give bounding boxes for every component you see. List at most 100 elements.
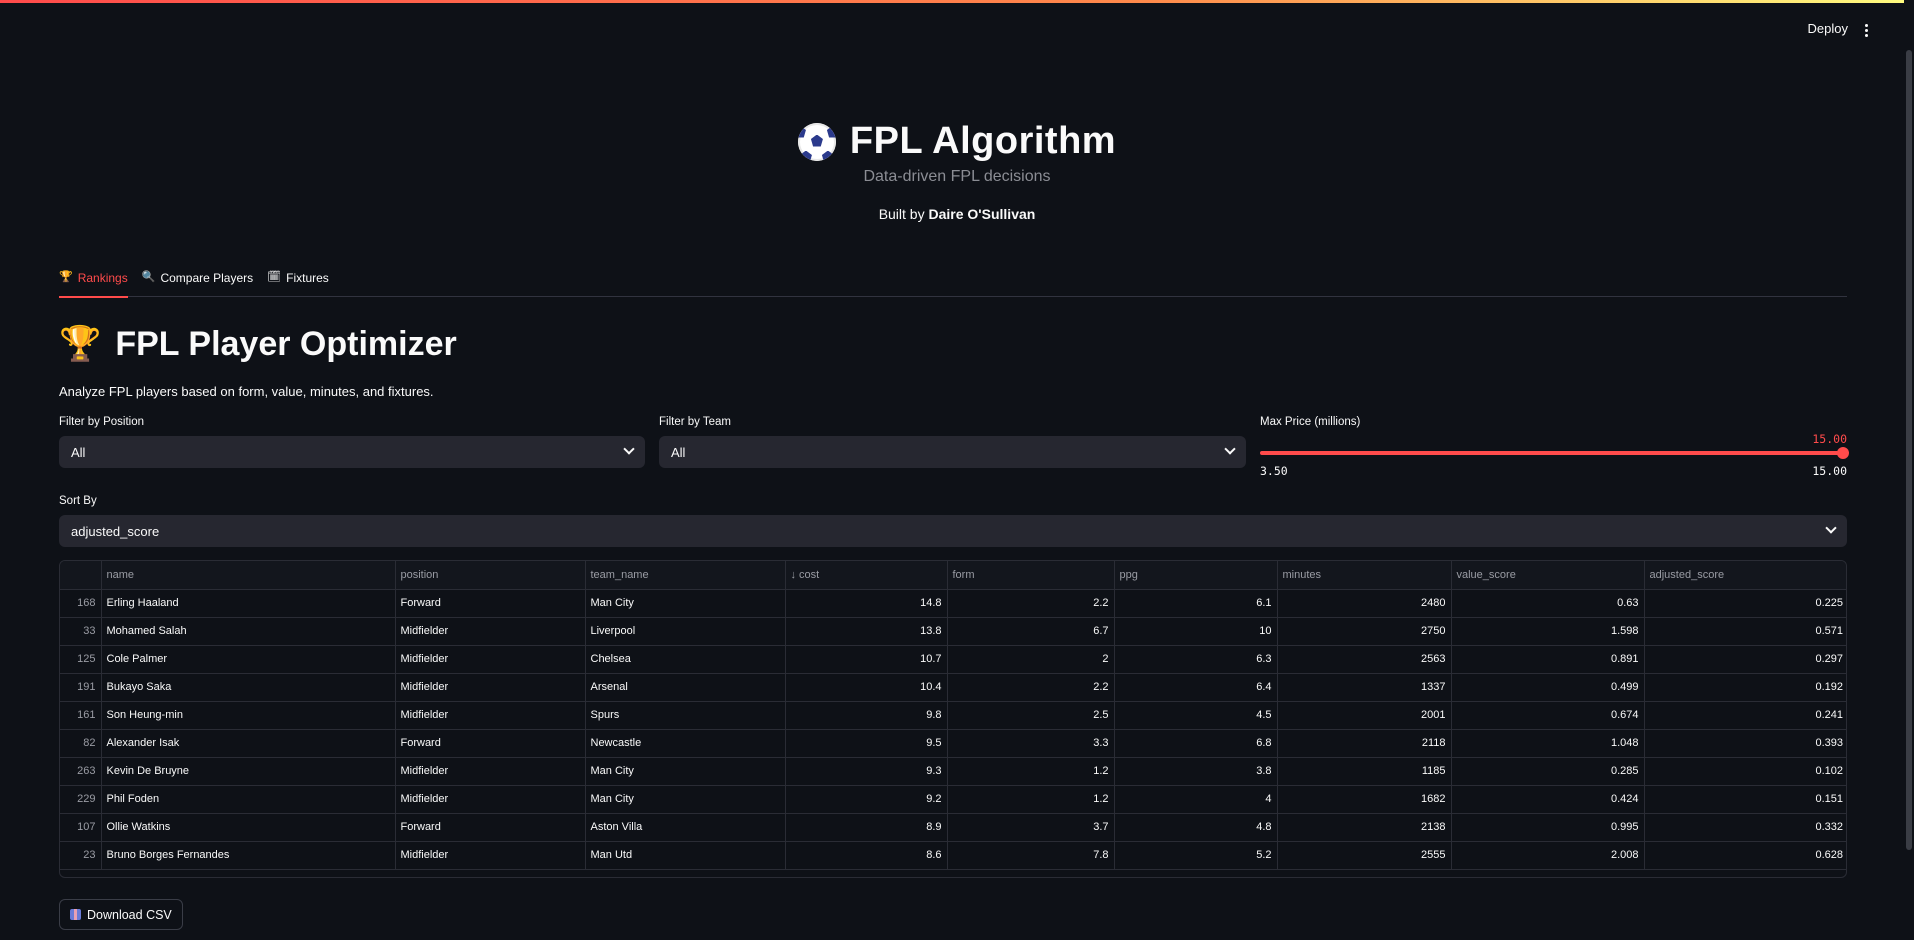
table-cell[interactable]: Newcastle	[585, 729, 786, 758]
row-index-cell[interactable]: 229	[60, 785, 102, 814]
table-cell[interactable]: 1.598	[1451, 617, 1645, 646]
table-cell[interactable]: 6.3	[1114, 645, 1278, 674]
table-cell[interactable]: 2.2	[947, 673, 1115, 702]
row-index-cell[interactable]: 23	[60, 841, 102, 870]
deploy-button[interactable]: Deploy	[1808, 21, 1848, 36]
column-cost-header[interactable]: ↓ cost	[785, 561, 948, 590]
table-cell[interactable]: Man Utd	[585, 841, 786, 870]
table-row[interactable]: 23 Bruno Borges Fernandes Midfielder Man Ut…	[60, 841, 1846, 870]
table-row[interactable]: 168 Erling Haaland Forward Man City 14.8 2.2 6…	[60, 589, 1846, 618]
table-cell[interactable]: 2118	[1277, 729, 1452, 758]
table-cell[interactable]: 4.5	[1114, 701, 1278, 730]
column-team-name-header[interactable]: team_name	[585, 561, 786, 590]
table-cell[interactable]: 3.3	[947, 729, 1115, 758]
table-cell[interactable]: 10	[1114, 617, 1278, 646]
table-cell[interactable]: Midfielder	[395, 701, 586, 730]
table-row[interactable]: 263 Kevin De Bruyne Midfielder Man City 9.3 1…	[60, 757, 1846, 786]
max-price-slider[interactable]: 15.00 3.50 15.00	[1260, 420, 1849, 480]
row-index-cell[interactable]: 168	[60, 589, 102, 618]
table-cell[interactable]: Ollie Watkins	[101, 813, 396, 842]
table-cell[interactable]: 6.4	[1114, 673, 1278, 702]
position-filter-select[interactable]: All	[59, 436, 645, 468]
table-cell[interactable]: 0.225	[1644, 589, 1846, 618]
table-cell[interactable]: Son Heung-min	[101, 701, 396, 730]
table-cell[interactable]: 7.8	[947, 841, 1115, 870]
table-cell[interactable]: 2.2	[947, 589, 1115, 618]
table-cell[interactable]: 0.499	[1451, 673, 1645, 702]
table-cell[interactable]: Alexander Isak	[101, 729, 396, 758]
row-index-cell[interactable]: 107	[60, 813, 102, 842]
table-cell[interactable]: 4	[1114, 785, 1278, 814]
table-cell[interactable]: 3.8	[1114, 757, 1278, 786]
row-index-cell[interactable]: 191	[60, 673, 102, 702]
table-cell[interactable]: Forward	[395, 589, 586, 618]
table-cell[interactable]: 1.048	[1451, 729, 1645, 758]
column-name-header[interactable]: name	[101, 561, 396, 590]
table-cell[interactable]: Spurs	[585, 701, 786, 730]
table-cell[interactable]: 0.628	[1644, 841, 1846, 870]
table-cell[interactable]: 0.241	[1644, 701, 1846, 730]
tab-rankings[interactable]: 🏆 Rankings	[59, 268, 128, 298]
table-cell[interactable]: 0.571	[1644, 617, 1846, 646]
table-cell[interactable]: 0.297	[1644, 645, 1846, 674]
column-value-score-header[interactable]: value_score	[1451, 561, 1645, 590]
table-cell[interactable]: Forward	[395, 729, 586, 758]
tab-compare-players[interactable]: 🔍 Compare Players	[142, 268, 253, 297]
column-row-index-header[interactable]	[60, 561, 102, 590]
table-cell[interactable]: 1.2	[947, 785, 1115, 814]
table-cell[interactable]: Cole Palmer	[101, 645, 396, 674]
table-cell[interactable]: 6.1	[1114, 589, 1278, 618]
table-cell[interactable]: 2555	[1277, 841, 1452, 870]
table-cell[interactable]: 0.192	[1644, 673, 1846, 702]
table-cell[interactable]: Man City	[585, 589, 786, 618]
table-row[interactable]: 229 Phil Foden Midfielder Man City 9.2 1.2 4 16…	[60, 785, 1846, 814]
row-index-cell[interactable]: 125	[60, 645, 102, 674]
team-filter-select[interactable]: All	[659, 436, 1246, 468]
table-cell[interactable]: Man City	[585, 785, 786, 814]
table-cell[interactable]: 0.393	[1644, 729, 1846, 758]
table-cell[interactable]: 1185	[1277, 757, 1452, 786]
table-cell[interactable]: Bukayo Saka	[101, 673, 396, 702]
table-cell[interactable]: 0.674	[1451, 701, 1645, 730]
table-cell[interactable]: 4.8	[1114, 813, 1278, 842]
table-cell[interactable]: Erling Haaland	[101, 589, 396, 618]
table-cell[interactable]: 10.4	[785, 673, 948, 702]
table-cell[interactable]: 9.3	[785, 757, 948, 786]
table-cell[interactable]: 9.8	[785, 701, 948, 730]
table-cell[interactable]: 3.7	[947, 813, 1115, 842]
table-cell[interactable]: Midfielder	[395, 673, 586, 702]
row-index-cell[interactable]: 82	[60, 729, 102, 758]
table-cell[interactable]: Midfielder	[395, 757, 586, 786]
table-cell[interactable]: 2	[947, 645, 1115, 674]
table-cell[interactable]: 2.008	[1451, 841, 1645, 870]
table-cell[interactable]: 0.285	[1451, 757, 1645, 786]
table-cell[interactable]: 2563	[1277, 645, 1452, 674]
players-table[interactable]: name position team_name ↓ cost form ppg minute…	[59, 560, 1847, 878]
table-cell[interactable]: Bruno Borges Fernandes	[101, 841, 396, 870]
table-cell[interactable]: 6.8	[1114, 729, 1278, 758]
table-cell[interactable]: 1337	[1277, 673, 1452, 702]
kebab-menu-icon[interactable]	[1858, 22, 1874, 38]
table-cell[interactable]: 2001	[1277, 701, 1452, 730]
column-ppg-header[interactable]: ppg	[1114, 561, 1278, 590]
table-cell[interactable]: 9.5	[785, 729, 948, 758]
slider-thumb[interactable]	[1837, 447, 1849, 459]
row-index-cell[interactable]: 263	[60, 757, 102, 786]
table-cell[interactable]: Liverpool	[585, 617, 786, 646]
table-cell[interactable]: 2.5	[947, 701, 1115, 730]
table-cell[interactable]: 0.424	[1451, 785, 1645, 814]
row-index-cell[interactable]: 33	[60, 617, 102, 646]
column-minutes-header[interactable]: minutes	[1277, 561, 1452, 590]
table-cell[interactable]: Forward	[395, 813, 586, 842]
table-cell[interactable]: 8.9	[785, 813, 948, 842]
table-cell[interactable]: 2138	[1277, 813, 1452, 842]
table-row[interactable]: 191 Bukayo Saka Midfielder Arsenal 10.4 2.2 6.…	[60, 673, 1846, 702]
table-cell[interactable]: 1682	[1277, 785, 1452, 814]
table-cell[interactable]: 0.995	[1451, 813, 1645, 842]
table-cell[interactable]: Aston Villa	[585, 813, 786, 842]
table-cell[interactable]: 8.6	[785, 841, 948, 870]
column-form-header[interactable]: form	[947, 561, 1115, 590]
slider-track[interactable]	[1260, 451, 1847, 455]
table-row[interactable]: 82 Alexander Isak Forward Newcastle 9.5 3.3 6.…	[60, 729, 1846, 758]
tab-fixtures[interactable]: 🗓 Fixtures	[267, 268, 329, 297]
